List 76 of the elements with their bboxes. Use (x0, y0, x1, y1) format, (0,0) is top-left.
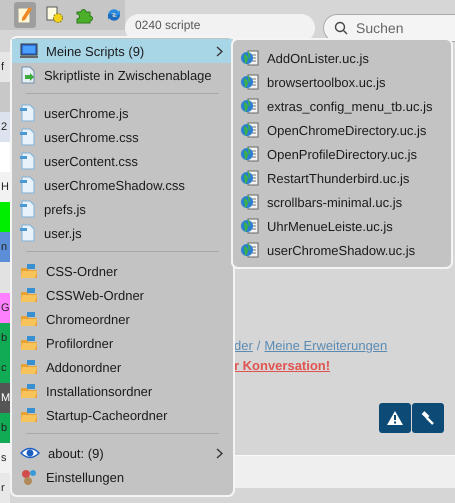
folder-icon (20, 263, 38, 279)
gears-icon (20, 468, 38, 486)
menu-item[interactable]: Installationsordner (12, 379, 233, 403)
cut-text: n (0, 241, 8, 254)
globe-document-icon (241, 121, 259, 139)
menu-item[interactable]: Profilordner (12, 331, 233, 355)
menu-item[interactable]: AddOnLister.uc.js (233, 46, 451, 70)
globe-document-icon (241, 193, 259, 211)
document-icon (20, 224, 36, 242)
search-icon (334, 21, 348, 35)
menu-item[interactable]: OpenChromeDirectory.uc.js (233, 118, 451, 142)
eye-icon (20, 446, 40, 460)
globe-document-icon (241, 49, 259, 67)
cut-text: G (0, 302, 10, 314)
menu-item[interactable]: scrollbars-minimal.uc.js (233, 190, 451, 214)
folder-icon (20, 311, 38, 327)
globe-document-icon (241, 97, 259, 115)
menu-item[interactable]: Chromeordner (12, 307, 233, 331)
menu-item[interactable]: userChromeShadow.uc.js (233, 238, 451, 262)
cut-text: c (0, 362, 6, 374)
chevron-right-icon (216, 448, 223, 458)
cut-text: H (0, 181, 9, 194)
search-input[interactable]: Suchen (354, 19, 418, 37)
document-icon (20, 104, 36, 122)
cut-text: M (0, 392, 10, 404)
menu-item[interactable]: Skriptliste in Zwischenablage (12, 63, 233, 87)
menu-item[interactable]: userChrome.css (12, 125, 233, 149)
globe-document-icon (241, 217, 259, 235)
gavel-icon (421, 411, 435, 425)
cut-text: r (0, 482, 5, 494)
gear-document-icon (46, 6, 64, 24)
warning-icon (387, 411, 403, 425)
folder-icon (20, 383, 38, 399)
menu-item[interactable]: userChrome.js (12, 101, 233, 125)
menu-item[interactable]: browsertoolbox.uc.js (233, 70, 451, 94)
menu-item[interactable]: extras_config_menu_tb.uc.js (233, 94, 451, 118)
menu-item[interactable]: userChromeShadow.css (12, 173, 233, 197)
folder-icon (20, 359, 38, 375)
menu-item[interactable]: OpenProfileDirectory.uc.js (233, 142, 451, 166)
document-arrow-icon (20, 66, 36, 84)
puzzle-icon (75, 6, 94, 24)
breadcrumb-separator: / (256, 338, 260, 353)
menu-item[interactable]: CSS-Ordner (12, 259, 233, 283)
menu-item[interactable]: prefs.js (12, 197, 233, 221)
menu-item[interactable]: UhrMenueLeiste.uc.js (233, 214, 451, 238)
globe-document-icon (241, 169, 259, 187)
cut-text: b (0, 332, 8, 344)
cut-text: s (0, 452, 6, 464)
document-icon (20, 128, 36, 146)
folder-icon (20, 335, 38, 351)
cut-text: 2 (0, 121, 8, 134)
document-icon (20, 152, 36, 170)
menu-item[interactable]: CSSWeb-Ordner (12, 283, 233, 307)
menu-item[interactable]: RestartThunderbird.uc.js (233, 166, 451, 190)
address-text: 0240 scripte (135, 18, 200, 32)
notepad-pencil-icon (16, 6, 33, 24)
menu-item[interactable]: Addonordner (12, 355, 233, 379)
document-icon (20, 200, 36, 218)
folder-icon (20, 287, 38, 303)
globe-document-icon (241, 145, 259, 163)
globe-document-icon (241, 241, 259, 259)
folder-icon (20, 407, 38, 423)
action-button[interactable] (379, 403, 411, 433)
menu-item[interactable]: user.js (12, 221, 233, 245)
menu-item[interactable]: Einstellungen (12, 465, 233, 489)
cut-text: f (0, 61, 4, 74)
monitor-icon (20, 43, 38, 59)
menu-item[interactable]: Startup-Cacheordner (12, 403, 233, 427)
action-button[interactable] (412, 403, 444, 433)
menu-item[interactable]: userContent.css (12, 149, 233, 173)
chevron-right-icon (216, 46, 223, 56)
submenu-item[interactable]: about: (9) (12, 441, 233, 465)
submenu-item[interactable]: Meine Scripts (9) (12, 39, 233, 63)
globe-document-icon (241, 73, 259, 91)
cut-text: b (0, 422, 8, 434)
document-icon (20, 176, 36, 194)
